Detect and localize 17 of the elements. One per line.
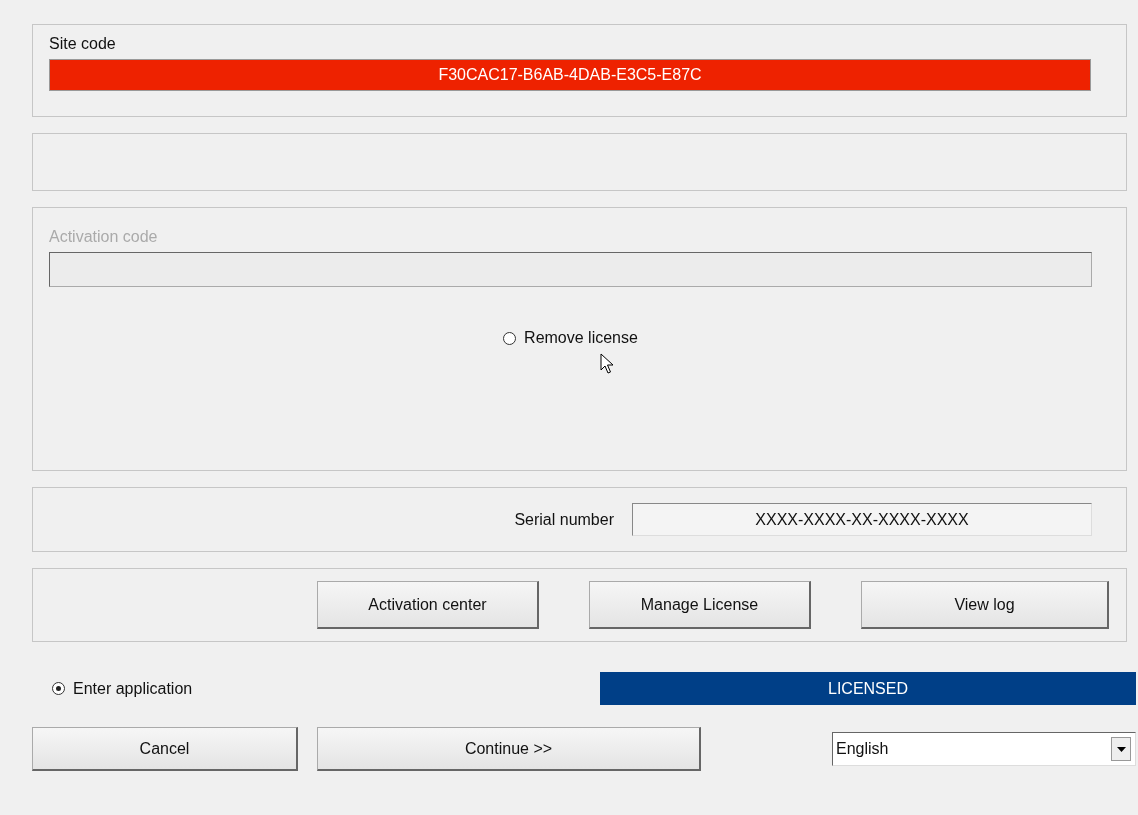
activation-code-label: Activation code — [49, 228, 158, 246]
action-button[interactable]: Manage License — [589, 581, 811, 629]
radio-button[interactable] — [52, 682, 65, 695]
continue-button[interactable]: Continue >> — [317, 727, 701, 771]
cursor-icon — [600, 353, 614, 375]
serial-number-label: Serial number — [514, 510, 614, 529]
site-code-label: Site code — [49, 35, 116, 53]
license-status-bar: LICENSED — [600, 672, 1136, 705]
site-code-field: F30CAC17-B6AB-4DAB-E3C5-E87C — [49, 59, 1091, 91]
language-dropdown[interactable]: English — [832, 732, 1136, 766]
radio-label: Remove license — [524, 329, 638, 347]
cancel-button[interactable]: Cancel — [32, 727, 298, 771]
serial-number-field[interactable]: XXXX-XXXX-XX-XXXX-XXXX — [632, 503, 1092, 536]
action-button[interactable]: View log — [861, 581, 1109, 629]
radio-label: Enter application — [73, 679, 193, 698]
dropdown-arrow-icon — [1116, 746, 1126, 752]
action-button[interactable]: Activation center — [317, 581, 539, 629]
